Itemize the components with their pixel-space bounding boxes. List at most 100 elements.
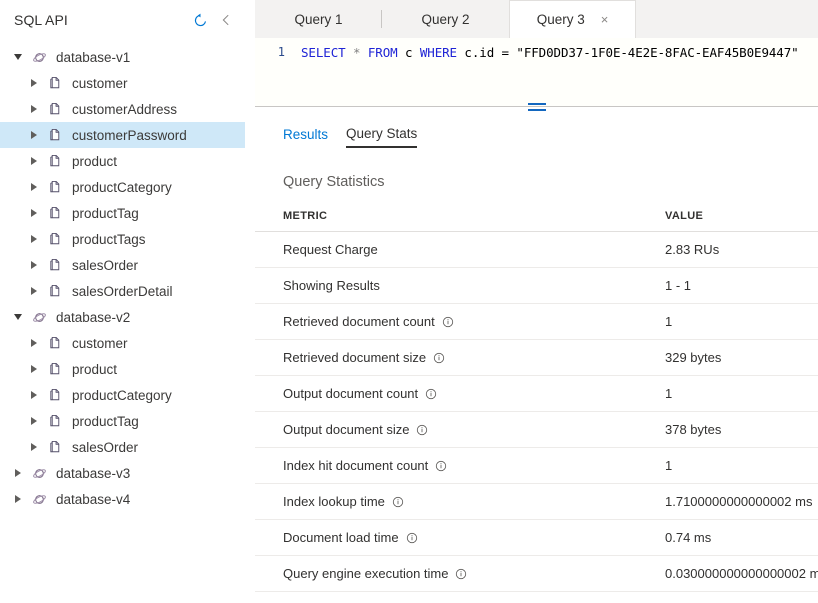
sidebar-header: SQL API <box>0 0 245 40</box>
tree-item-salesOrder[interactable]: salesOrder <box>0 252 245 278</box>
query-tab-3[interactable]: Query 3 × <box>509 0 636 38</box>
tree-item-label: productCategory <box>72 387 172 403</box>
tree-item-label: productTags <box>72 231 146 247</box>
chevron-right-icon[interactable] <box>26 361 42 377</box>
chevron-down-icon[interactable] <box>10 309 26 325</box>
chevron-right-icon[interactable] <box>26 283 42 299</box>
tree-item-product[interactable]: product <box>0 148 245 174</box>
value-cell: 2.83 RUs <box>655 231 818 268</box>
metric-label: Query engine execution time <box>283 566 449 581</box>
splitter-handle[interactable] <box>527 103 546 112</box>
collection-icon <box>44 206 66 221</box>
query-tab-2[interactable]: Query 2 <box>382 0 509 38</box>
resource-tree-sidebar: SQL API database-v1 customer customerAddre… <box>0 0 245 603</box>
chevron-right-icon[interactable] <box>26 153 42 169</box>
tree-item-database-v2[interactable]: database-v2 <box>0 304 245 330</box>
table-row: Retrieved document size 329 bytes <box>255 339 818 376</box>
tree-item-label: customer <box>72 75 128 91</box>
tree-item-label: database-v2 <box>56 309 131 325</box>
chevron-right-icon[interactable] <box>26 413 42 429</box>
info-icon[interactable] <box>409 422 428 437</box>
chevron-right-icon[interactable] <box>26 335 42 351</box>
tree-item-database-v3[interactable]: database-v3 <box>0 460 245 486</box>
collection-icon <box>44 102 66 117</box>
close-icon[interactable]: × <box>601 13 609 26</box>
info-icon[interactable] <box>385 494 404 509</box>
collection-icon <box>44 440 66 455</box>
query-tab-1[interactable]: Query 1 <box>255 0 382 38</box>
database-icon <box>28 50 50 65</box>
chevron-right-icon[interactable] <box>26 75 42 91</box>
tree-item-label: database-v4 <box>56 491 131 507</box>
info-icon[interactable] <box>426 350 445 365</box>
tree-item-label: product <box>72 153 118 169</box>
chevron-right-icon[interactable] <box>26 231 42 247</box>
value-cell: 0 ms <box>655 591 818 603</box>
value-cell: 378 bytes <box>655 411 818 448</box>
chevron-down-icon[interactable] <box>10 49 26 65</box>
result-tab-strip: Results Query Stats <box>255 118 818 156</box>
tree-item-customer[interactable]: customer <box>0 330 245 356</box>
tree-item-database-v4[interactable]: database-v4 <box>0 486 245 512</box>
editor-code-line[interactable]: SELECT * FROM c WHERE c.id = "FFD0DD37-1… <box>293 45 818 106</box>
chevron-right-icon[interactable] <box>26 439 42 455</box>
table-row: System function execution time0 ms <box>255 591 818 603</box>
metric-cell: Output document size <box>255 411 655 448</box>
column-header-metric: METRIC <box>255 204 655 232</box>
chevron-right-icon[interactable] <box>26 387 42 403</box>
resource-tree: database-v1 customer customerAddress custom… <box>0 40 245 512</box>
collection-icon <box>44 284 66 299</box>
pane-divider[interactable] <box>245 0 255 603</box>
collapse-panel-button[interactable] <box>213 7 239 33</box>
tree-item-product[interactable]: product <box>0 356 245 382</box>
tree-item-salesOrder[interactable]: salesOrder <box>0 434 245 460</box>
main-pane: Query 1 Query 2 Query 3 × 1 SELECT * FROM c… <box>255 0 818 603</box>
tree-item-customerPassword[interactable]: customerPassword <box>0 122 245 148</box>
metric-label: Output document count <box>283 386 419 401</box>
chevron-right-icon[interactable] <box>26 179 42 195</box>
tree-item-productTag[interactable]: productTag <box>0 408 245 434</box>
value-cell: 0.030000000000000002 ms <box>655 555 818 592</box>
info-icon[interactable] <box>428 458 447 473</box>
splitter-line-top <box>527 103 546 105</box>
chevron-right-icon[interactable] <box>26 257 42 273</box>
result-tab-results[interactable]: Results <box>283 127 328 147</box>
chevron-right-icon[interactable] <box>26 205 42 221</box>
tree-item-label: productTag <box>72 413 139 429</box>
tree-item-productCategory[interactable]: productCategory <box>0 174 245 200</box>
info-icon[interactable] <box>435 314 454 329</box>
collection-icon <box>44 258 66 273</box>
chevron-right-icon[interactable] <box>10 491 26 507</box>
tree-item-productCategory[interactable]: productCategory <box>0 382 245 408</box>
metric-cell: Showing Results <box>255 267 655 304</box>
chevron-right-icon[interactable] <box>26 127 42 143</box>
metric-cell: System function execution time <box>255 591 655 603</box>
result-tab-query-stats[interactable]: Query Stats <box>346 126 418 148</box>
tree-item-productTag[interactable]: productTag <box>0 200 245 226</box>
info-icon[interactable] <box>399 530 418 545</box>
tree-item-customerAddress[interactable]: customerAddress <box>0 96 245 122</box>
database-icon <box>28 466 50 481</box>
tree-item-database-v1[interactable]: database-v1 <box>0 44 245 70</box>
metric-label: Retrieved document size <box>283 350 427 365</box>
sql-query-editor[interactable]: 1 SELECT * FROM c WHERE c.id = "FFD0DD37… <box>255 38 818 106</box>
table-row: Retrieved document count 1 <box>255 303 818 340</box>
horizontal-splitter[interactable] <box>255 103 818 118</box>
code-token: WHERE <box>419 45 457 60</box>
tree-item-label: salesOrderDetail <box>72 283 173 299</box>
chevron-right-icon[interactable] <box>26 101 42 117</box>
info-icon[interactable] <box>418 386 437 401</box>
value-cell: 1 <box>655 375 818 412</box>
table-body: Request Charge 2.83 RUs Showing Results 1 -… <box>255 231 818 603</box>
collection-icon <box>44 388 66 403</box>
chevron-right-icon[interactable] <box>10 465 26 481</box>
tree-item-productTags[interactable]: productTags <box>0 226 245 252</box>
info-icon[interactable] <box>448 566 467 581</box>
tree-item-label: salesOrder <box>72 439 139 455</box>
tree-item-customer[interactable]: customer <box>0 70 245 96</box>
refresh-button[interactable] <box>187 7 213 33</box>
code-token: c.id = "FFD0DD37-1F0E-4E2E-8FAC-EAF45B0E… <box>457 45 799 60</box>
query-tab-strip: Query 1 Query 2 Query 3 × <box>255 0 818 38</box>
tree-item-salesOrderDetail[interactable]: salesOrderDetail <box>0 278 245 304</box>
